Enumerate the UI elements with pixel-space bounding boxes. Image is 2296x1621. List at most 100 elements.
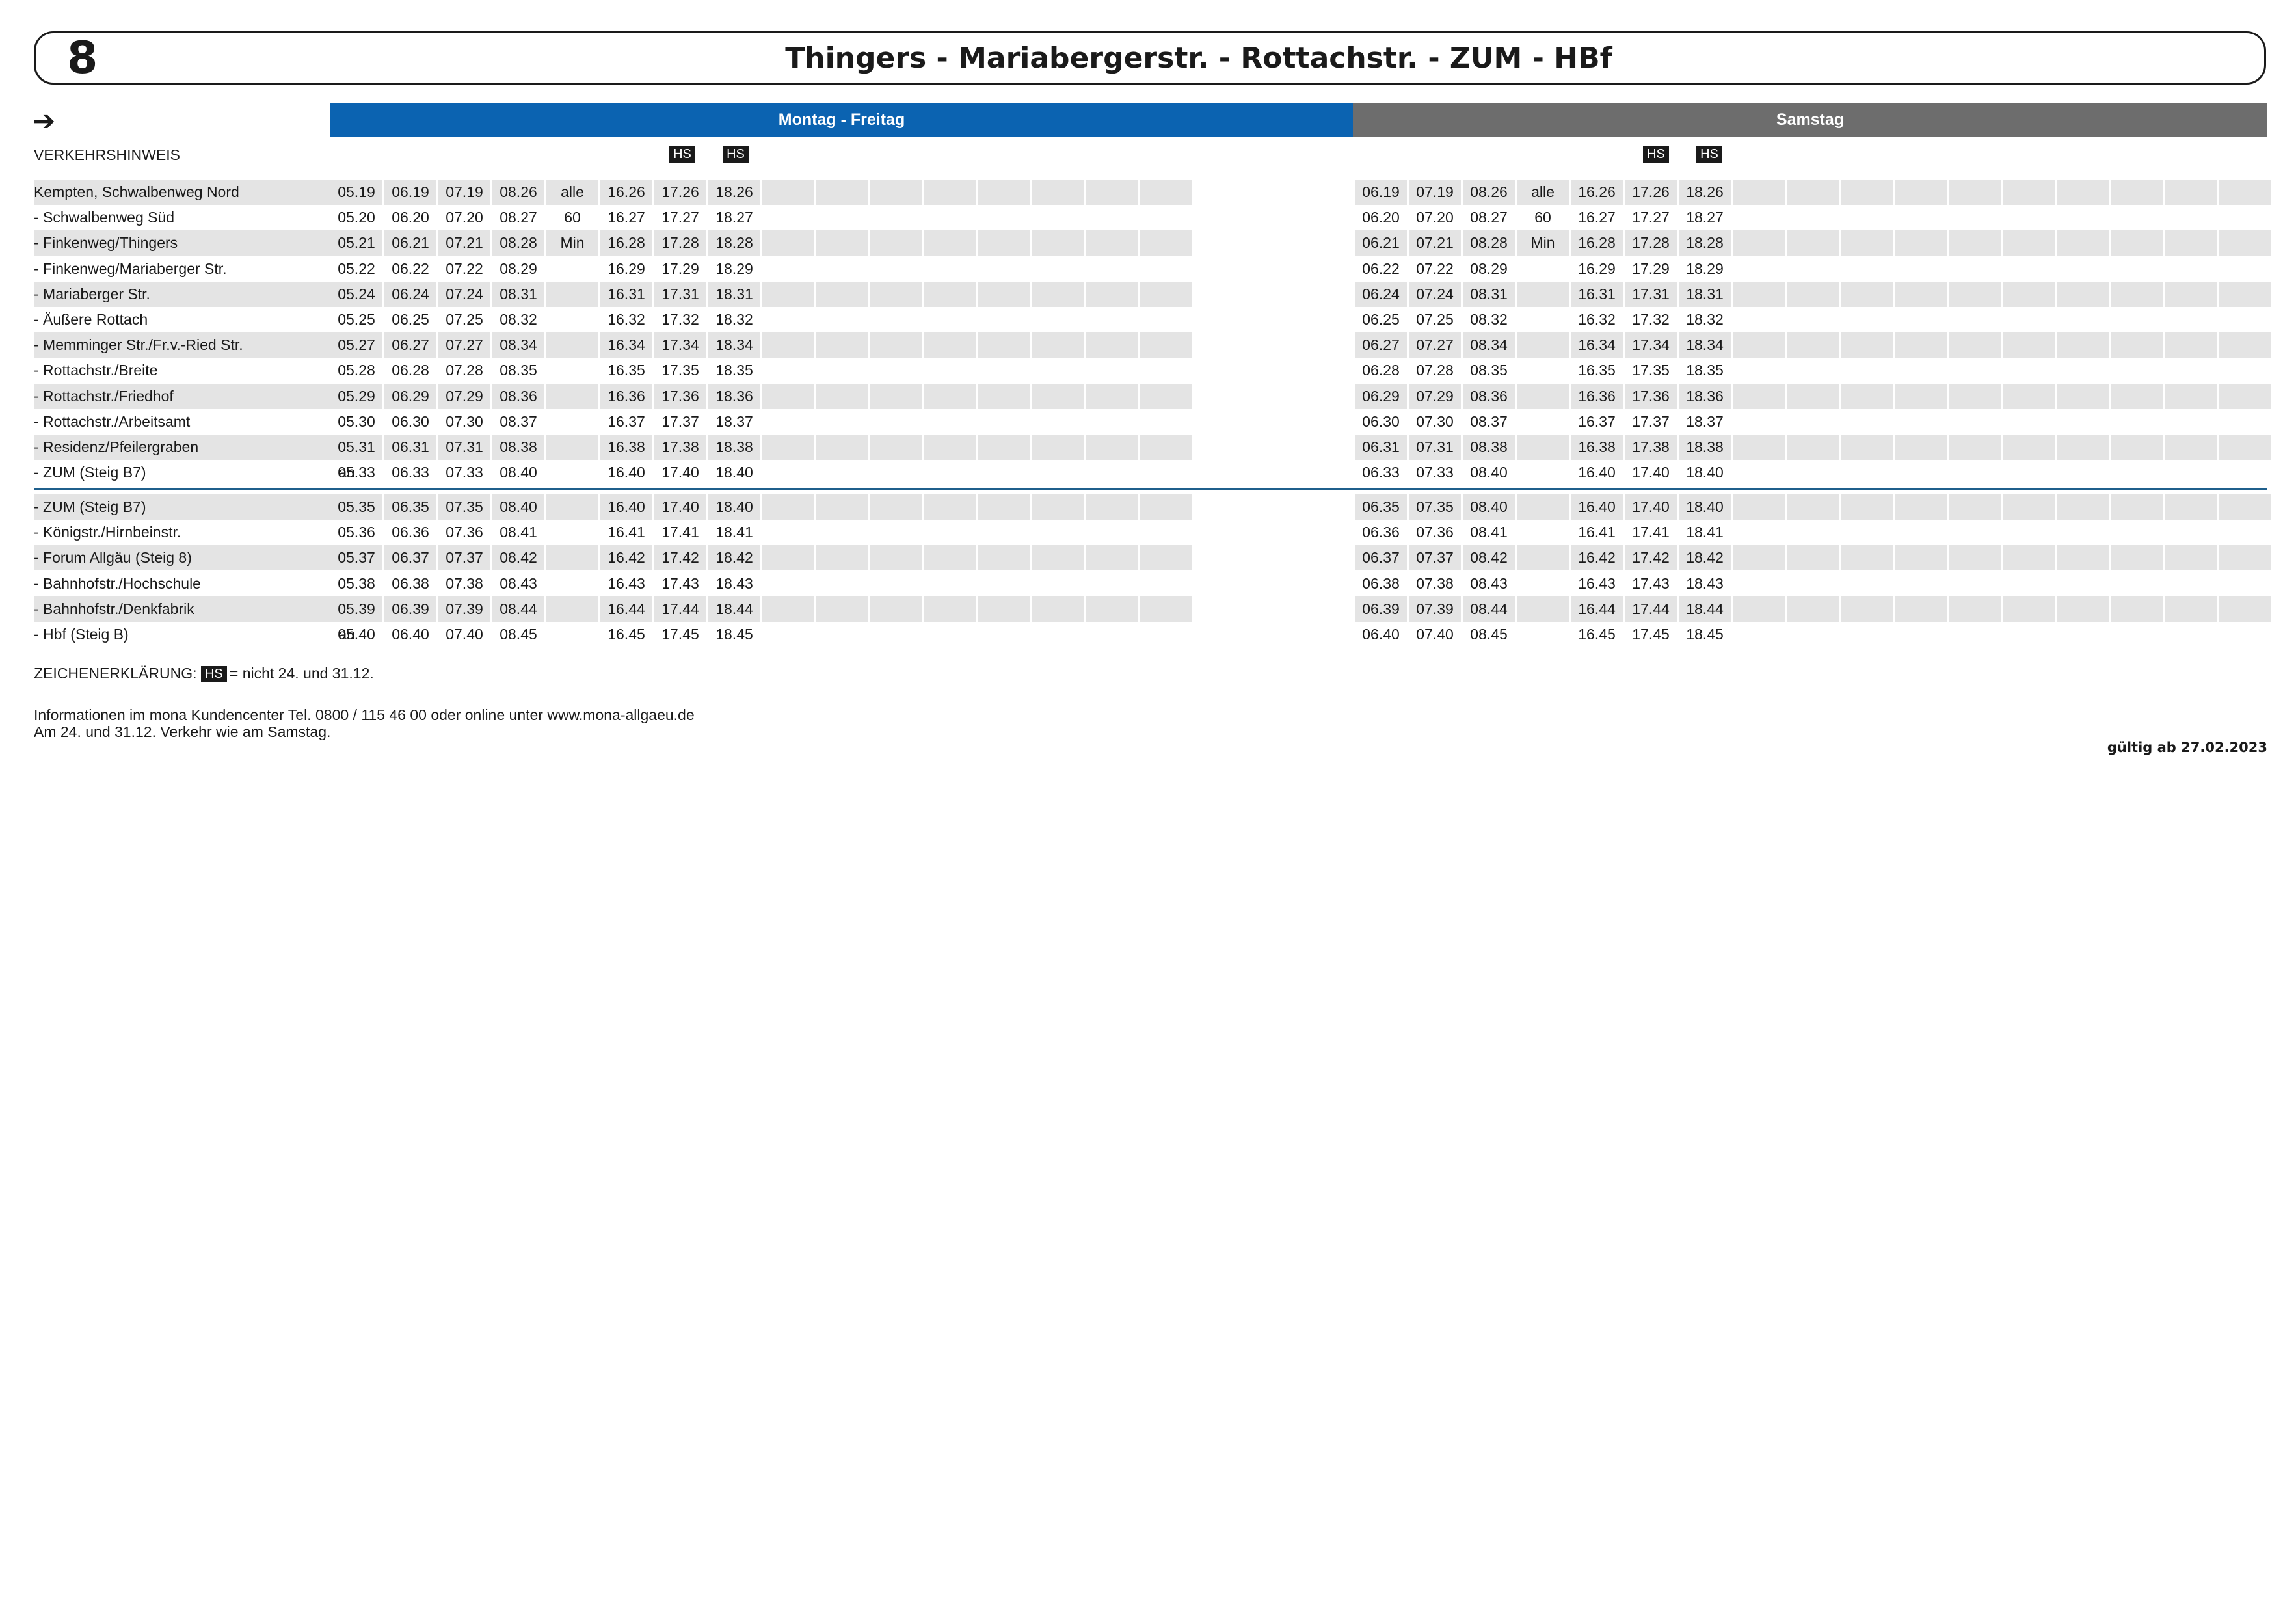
time-cell-saturday bbox=[2165, 520, 2217, 545]
hs-badge: HS bbox=[1696, 146, 1722, 163]
time-cell-weekday bbox=[1140, 281, 1192, 307]
time-cell-weekday: 16.27 bbox=[607, 209, 645, 226]
time-cell-saturday bbox=[2165, 307, 2217, 332]
time-cell-weekday: 05.33 bbox=[338, 464, 375, 481]
time-cell-saturday bbox=[1733, 205, 1785, 230]
time-cell-saturday: 16.26 bbox=[1571, 180, 1623, 205]
time-cell-saturday bbox=[1733, 383, 1785, 409]
time-cell-weekday: 18.31 bbox=[708, 281, 760, 307]
time-cell-saturday bbox=[2003, 180, 2055, 205]
time-cell-weekday bbox=[924, 307, 976, 332]
time-cell-saturday bbox=[1733, 460, 1785, 485]
time-cell-saturday bbox=[1949, 205, 2001, 230]
time-cell-weekday: 17.31 bbox=[654, 281, 706, 307]
time-cell-weekday bbox=[762, 230, 814, 256]
time-cell-saturday: 06.24 bbox=[1355, 281, 1407, 307]
time-cell-saturday: 17.38 bbox=[1625, 435, 1677, 460]
time-cell-weekday bbox=[1086, 332, 1138, 358]
time-cell-weekday: 06.24 bbox=[384, 281, 436, 307]
time-cell-saturday: 08.40 bbox=[1470, 464, 1508, 481]
time-cell-weekday: 07.27 bbox=[438, 332, 490, 358]
time-cell-saturday bbox=[1841, 383, 1893, 409]
time-cell-weekday bbox=[924, 205, 976, 230]
time-cell-weekday bbox=[924, 596, 976, 622]
time-cell-weekday: 08.37 bbox=[500, 412, 537, 430]
time-cell-weekday: 08.28 bbox=[492, 230, 544, 256]
time-cell-saturday bbox=[2111, 332, 2163, 358]
time-cell-weekday bbox=[1086, 571, 1138, 596]
time-cell-weekday bbox=[978, 460, 1030, 485]
time-cell-saturday: 08.32 bbox=[1470, 311, 1508, 328]
time-cell-weekday bbox=[816, 332, 868, 358]
time-cell-weekday bbox=[762, 435, 814, 460]
time-cell-saturday: 07.21 bbox=[1409, 230, 1461, 256]
time-cell-weekday: 08.45 bbox=[500, 626, 537, 643]
time-cell-saturday: 18.40 bbox=[1679, 494, 1731, 520]
time-cell-weekday bbox=[762, 596, 814, 622]
time-cell-saturday: 16.40 bbox=[1571, 494, 1623, 520]
time-cell-saturday bbox=[2165, 494, 2217, 520]
time-cell-saturday: 16.35 bbox=[1578, 362, 1616, 379]
time-cell-saturday bbox=[2165, 230, 2217, 256]
time-cell-weekday bbox=[816, 409, 868, 435]
time-cell-saturday: 17.29 bbox=[1632, 260, 1670, 277]
time-cell-saturday: 06.39 bbox=[1355, 596, 1407, 622]
weekday-band: Montag - Freitag bbox=[330, 103, 1353, 137]
time-cell-weekday bbox=[924, 545, 976, 571]
time-cell-weekday bbox=[870, 358, 922, 383]
right-arrow-icon: ➔ bbox=[33, 105, 56, 137]
time-cell-weekday bbox=[924, 494, 976, 520]
time-cell-weekday bbox=[546, 281, 598, 307]
time-cell-saturday bbox=[1841, 307, 1893, 332]
time-cell-weekday bbox=[816, 460, 868, 485]
time-cell-saturday bbox=[1517, 571, 1569, 596]
time-cell-saturday bbox=[2219, 520, 2271, 545]
time-cell-saturday bbox=[1841, 545, 1893, 571]
time-cell-saturday bbox=[1841, 230, 1893, 256]
time-cell-weekday bbox=[924, 571, 976, 596]
time-cell-weekday: 07.30 bbox=[446, 412, 483, 430]
time-cell-weekday bbox=[978, 281, 1030, 307]
time-cell-weekday: 16.31 bbox=[600, 281, 652, 307]
time-cell-weekday bbox=[816, 358, 868, 383]
time-cell-saturday: 18.27 bbox=[1686, 209, 1724, 226]
time-cell-saturday bbox=[1517, 545, 1569, 571]
time-cell-weekday bbox=[870, 494, 922, 520]
table-row: - Residenz/Pfeilergraben 05.31 06.31 07.31 0… bbox=[34, 435, 2271, 460]
time-cell-weekday: 18.42 bbox=[708, 545, 760, 571]
time-cell-saturday bbox=[1841, 596, 1893, 622]
time-cell-weekday: 16.35 bbox=[607, 362, 645, 379]
info-line-1: Informationen im mona Kundencenter Tel. … bbox=[34, 706, 695, 723]
time-cell-weekday bbox=[546, 520, 598, 545]
time-cell-saturday: 07.25 bbox=[1416, 311, 1454, 328]
time-cell-weekday: 18.44 bbox=[708, 596, 760, 622]
time-cell-saturday: 18.38 bbox=[1679, 435, 1731, 460]
time-cell-weekday: 07.29 bbox=[438, 383, 490, 409]
section-divider bbox=[34, 488, 2267, 490]
time-cell-weekday: 06.39 bbox=[384, 596, 436, 622]
time-cell-weekday: 08.36 bbox=[492, 383, 544, 409]
time-cell-weekday: 17.35 bbox=[661, 362, 699, 379]
legend-label: ZEICHENERKLÄRUNG: bbox=[34, 665, 197, 682]
time-cell-weekday bbox=[816, 571, 868, 596]
time-cell-saturday: 17.28 bbox=[1625, 230, 1677, 256]
time-cell-weekday: 18.28 bbox=[708, 230, 760, 256]
time-cell-weekday bbox=[1140, 332, 1192, 358]
time-cell-saturday bbox=[2165, 622, 2217, 647]
time-cell-saturday bbox=[2165, 435, 2217, 460]
time-cell-weekday: 06.19 bbox=[384, 180, 436, 205]
time-cell-weekday bbox=[870, 520, 922, 545]
time-cell-weekday bbox=[1140, 460, 1192, 485]
time-cell-saturday: 16.37 bbox=[1578, 412, 1616, 430]
time-cell-weekday bbox=[978, 332, 1030, 358]
stop-name: - ZUM (Steig B7) bbox=[34, 494, 300, 520]
time-cell-saturday: 06.25 bbox=[1362, 311, 1400, 328]
time-cell-weekday bbox=[762, 332, 814, 358]
time-cell-saturday bbox=[1949, 596, 2001, 622]
time-cell-weekday: 17.42 bbox=[654, 545, 706, 571]
time-cell-weekday: 17.40 bbox=[654, 494, 706, 520]
time-cell-saturday: 16.38 bbox=[1571, 435, 1623, 460]
time-cell-weekday: 06.37 bbox=[384, 545, 436, 571]
time-cell-saturday: 08.26 bbox=[1463, 180, 1515, 205]
stop-name: - Residenz/Pfeilergraben bbox=[34, 435, 300, 460]
